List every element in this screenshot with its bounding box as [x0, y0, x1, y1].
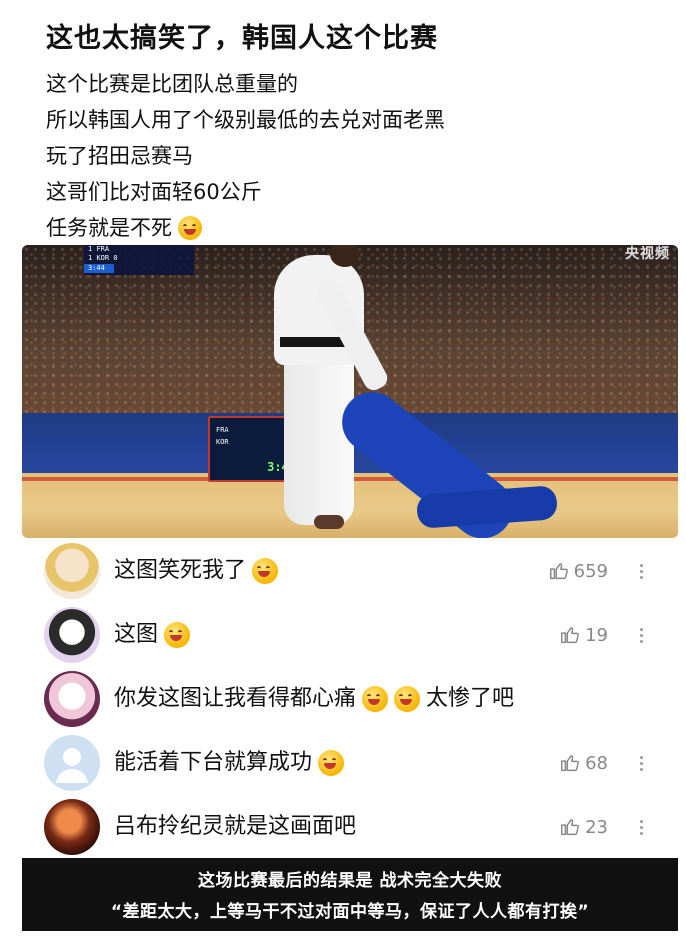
post-line: 所以韩国人用了个级别最低的去兑对面老黑 — [46, 102, 445, 138]
like-count: 23 — [585, 816, 608, 838]
thumb-up-icon — [561, 755, 580, 772]
comment-body: 这图 — [114, 622, 159, 647]
more-options-icon[interactable] — [636, 732, 646, 794]
post-line: 这个比赛是比团队总重量的 — [46, 66, 445, 102]
comment-body: 能活着下台就算成功 — [114, 750, 313, 775]
comment-item: 这图笑死我了 659 — [0, 540, 686, 602]
comment-body: 这图笑死我了 — [114, 558, 247, 583]
scoreboard-team2: KOR — [216, 438, 229, 446]
post-line: 这哥们比对面轻60公斤 — [46, 174, 445, 210]
scoreboard-team1: FRA — [216, 426, 229, 434]
like-count: 659 — [573, 560, 608, 582]
tv-score-overlay: 1 FRA 1 KOR 0 3:44 — [84, 245, 194, 275]
caption-bar: 这场比赛最后的结果是 战术完全大失败 “差距太大，上等马干不过对面中等马，保证了… — [22, 858, 678, 931]
comment-text: 这图 — [114, 604, 196, 666]
comment-item: 吕布拎纪灵就是这画面吧 23 — [0, 796, 686, 858]
grin-sweat-emoji-icon — [252, 558, 279, 584]
post-line-text: 这个比赛是比团队总重量的 — [46, 72, 298, 96]
more-options-icon[interactable] — [636, 604, 646, 666]
grin-sweat-emoji-icon — [394, 686, 421, 712]
broadcast-logo: 央视频 — [625, 246, 670, 262]
avatar[interactable] — [44, 607, 100, 663]
default-avatar-icon — [56, 748, 88, 783]
caption-line-2: “差距太大，上等马干不过对面中等马，保证了人人都有打挨” — [110, 902, 590, 922]
post-body: 这个比赛是比团队总重量的 所以韩国人用了个级别最低的去兑对面老黑 玩了招田忌赛马… — [46, 66, 445, 246]
more-options-icon[interactable] — [636, 796, 646, 858]
comment-body-end: 太惨了吧 — [426, 686, 515, 711]
white-judoka-legs — [284, 355, 354, 525]
osd-row-kor: 1 KOR 0 — [88, 254, 118, 262]
post-line-text: 这哥们比对面轻60公斤 — [46, 180, 262, 204]
grin-sweat-emoji-icon — [362, 686, 389, 712]
thumb-up-icon — [561, 819, 580, 836]
osd-time: 3:44 — [84, 264, 114, 273]
comment-item: 这图 19 — [0, 604, 686, 666]
comment-body: 吕布拎纪灵就是这画面吧 — [114, 814, 357, 839]
smile-emoji-icon — [318, 750, 345, 776]
post-line-text: 玩了招田忌赛马 — [46, 144, 193, 168]
osd-row-fra: 1 FRA — [88, 245, 110, 253]
like-count: 19 — [585, 624, 608, 646]
comment-text: 这图笑死我了 — [114, 540, 284, 602]
grin-sweat-emoji-icon — [164, 622, 191, 648]
like-button[interactable]: 23 — [559, 796, 608, 858]
like-button[interactable]: 659 — [548, 540, 608, 602]
post-line-text: 任务就是不死 — [46, 216, 172, 240]
comment-body: 你发这图让我看得都心痛 — [114, 686, 357, 711]
post-line-text: 所以韩国人用了个级别最低的去兑对面老黑 — [46, 108, 445, 132]
thumb-up-icon — [549, 563, 568, 580]
more-options-icon[interactable] — [636, 540, 646, 602]
like-count: 68 — [585, 752, 608, 774]
post-image[interactable]: 1 FRA 1 KOR 0 3:44 央视频 FRA KOR 3:44 — [22, 245, 678, 538]
avatar[interactable] — [44, 735, 100, 791]
caption-line-1: 这场比赛最后的结果是 战术完全大失败 — [198, 871, 502, 891]
comment-text: 吕布拎纪灵就是这画面吧 — [114, 796, 356, 858]
comment-item: 你发这图让我看得都心痛 太惨了吧 — [0, 668, 686, 730]
post-line: 玩了招田忌赛马 — [46, 138, 445, 174]
comment-text: 能活着下台就算成功 — [114, 732, 350, 794]
avatar[interactable] — [44, 543, 100, 599]
comment-item: 能活着下台就算成功 68 — [0, 732, 686, 794]
post-line: 任务就是不死 — [46, 210, 445, 246]
comment-text: 你发这图让我看得都心痛 太惨了吧 — [114, 668, 514, 730]
thumb-up-icon — [561, 627, 580, 644]
post-title: 这也太搞笑了，韩国人这个比赛 — [46, 23, 438, 54]
judoka-foot — [314, 515, 344, 529]
grin-sweat-emoji-icon — [178, 216, 202, 240]
like-button[interactable]: 68 — [559, 732, 608, 794]
like-button[interactable]: 19 — [559, 604, 608, 666]
avatar[interactable] — [44, 799, 100, 855]
avatar[interactable] — [44, 671, 100, 727]
